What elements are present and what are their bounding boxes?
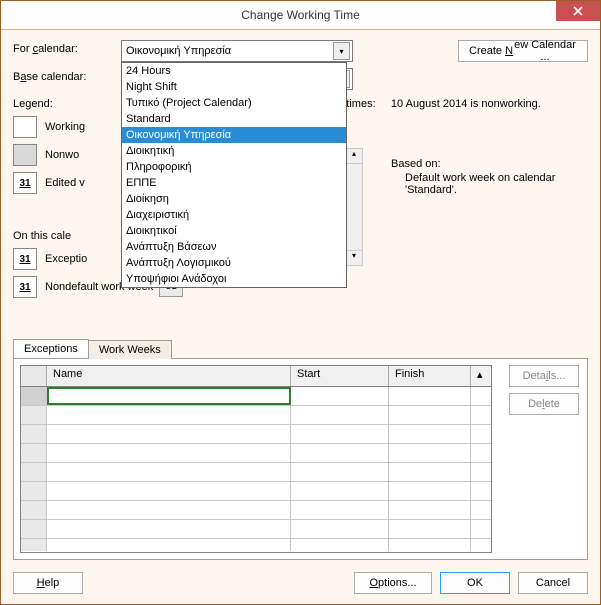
create-new-calendar-button[interactable]: Create New Calendar ... <box>458 40 588 62</box>
dropdown-option[interactable]: Διοίκηση <box>122 191 346 207</box>
tab-work-weeks[interactable]: Work Weeks <box>88 340 172 359</box>
ok-button[interactable]: OK <box>440 572 510 594</box>
dropdown-option[interactable]: Οικονομική Υπηρεσία <box>122 127 346 143</box>
table-row[interactable] <box>21 501 491 520</box>
legend-exception-label: Exceptio <box>45 253 87 265</box>
tabs: Exceptions Work Weeks Name Start Finish … <box>13 336 588 558</box>
legend-working-label: Working <box>45 121 85 133</box>
close-button[interactable] <box>556 1 600 21</box>
table-row[interactable] <box>21 425 491 444</box>
tab-exceptions[interactable]: Exceptions <box>13 339 89 358</box>
dropdown-option[interactable]: Night Shift <box>122 79 346 95</box>
dropdown-option[interactable]: Standard <box>122 111 346 127</box>
swatch-nondefault: 31 <box>13 276 37 298</box>
dropdown-option[interactable]: Ανάπτυξη Λογισμικού <box>122 255 346 271</box>
dropdown-option[interactable]: 24 Hours <box>122 63 346 79</box>
grid-corner <box>21 366 47 386</box>
legend-nonworking-label: Nonwo <box>45 149 79 161</box>
table-row[interactable] <box>21 406 491 425</box>
window-title: Change Working Time <box>241 8 360 22</box>
table-row[interactable] <box>21 387 491 406</box>
for-calendar-combo[interactable]: Οικονομική Υπηρεσία ▾ <box>121 40 353 62</box>
dialog-buttons: Help Options... OK Cancel <box>13 572 588 594</box>
client-area: For calendar: Οικονομική Υπηρεσία ▾ Crea… <box>1 30 600 604</box>
swatch-working <box>13 116 37 138</box>
swatch-nonworking <box>13 144 37 166</box>
exceptions-grid[interactable]: Name Start Finish ▴ <box>20 365 492 553</box>
table-row[interactable] <box>21 444 491 463</box>
dropdown-option[interactable]: Διοικητικοί <box>122 223 346 239</box>
dropdown-option[interactable]: Διαχειριστική <box>122 207 346 223</box>
based-on-label: Based on: <box>391 158 590 170</box>
calendar-scrollbar[interactable]: ▴ ▾ <box>345 148 363 266</box>
col-start[interactable]: Start <box>291 366 389 386</box>
cancel-button[interactable]: Cancel <box>518 572 588 594</box>
for-calendar-dropdown[interactable]: 24 HoursNight ShiftΤυπικό (Project Calen… <box>121 62 347 288</box>
dropdown-option[interactable]: Τυπικό (Project Calendar) <box>122 95 346 111</box>
base-calendar-label: Base calendar: <box>13 71 86 83</box>
chevron-down-icon: ▾ <box>333 42 350 60</box>
delete-button[interactable]: Delete <box>509 393 579 415</box>
tab-panel-exceptions: Name Start Finish ▴ Details... Delete <box>13 358 588 560</box>
dropdown-option[interactable]: Πληροφορική <box>122 159 346 175</box>
dropdown-option[interactable]: Ανάπτυξη Βάσεων <box>122 239 346 255</box>
col-scroll-head: ▴ <box>471 366 491 386</box>
col-name[interactable]: Name <box>47 366 291 386</box>
swatch-edited: 31 <box>13 172 37 194</box>
options-button[interactable]: Options... <box>354 572 432 594</box>
working-times-panel: ng times: 10 August 2014 is nonworking. <box>331 98 590 110</box>
table-row[interactable] <box>21 482 491 501</box>
col-finish[interactable]: Finish <box>389 366 471 386</box>
based-on-panel: Based on: Default work week on calendar … <box>391 158 590 196</box>
based-on-detail: Default work week on calendar 'Standard'… <box>391 172 590 196</box>
change-working-time-dialog: Change Working Time For calendar: Οικονο… <box>0 0 601 605</box>
scroll-down-icon: ▾ <box>346 250 362 265</box>
close-icon <box>573 6 583 16</box>
help-button[interactable]: Help <box>13 572 83 594</box>
dropdown-option[interactable]: Υποψήφιοι Ανάδοχοι <box>122 271 346 287</box>
grid-header: Name Start Finish ▴ <box>21 366 491 387</box>
swatch-exception: 31 <box>13 248 37 270</box>
table-row[interactable] <box>21 539 491 551</box>
table-row[interactable] <box>21 463 491 482</box>
dropdown-option[interactable]: Διοικητική <box>122 143 346 159</box>
scroll-up-icon: ▴ <box>346 149 362 164</box>
titlebar: Change Working Time <box>1 1 600 30</box>
dropdown-option[interactable]: ΕΠΠΕ <box>122 175 346 191</box>
for-calendar-label: For calendar: <box>13 43 78 55</box>
legend-edited-label: Edited v <box>45 177 85 189</box>
for-calendar-value: Οικονομική Υπηρεσία <box>126 45 231 57</box>
grid-body[interactable] <box>21 387 491 551</box>
working-times-status: 10 August 2014 is nonworking. <box>391 98 541 110</box>
details-button[interactable]: Details... <box>509 365 579 387</box>
table-row[interactable] <box>21 520 491 539</box>
